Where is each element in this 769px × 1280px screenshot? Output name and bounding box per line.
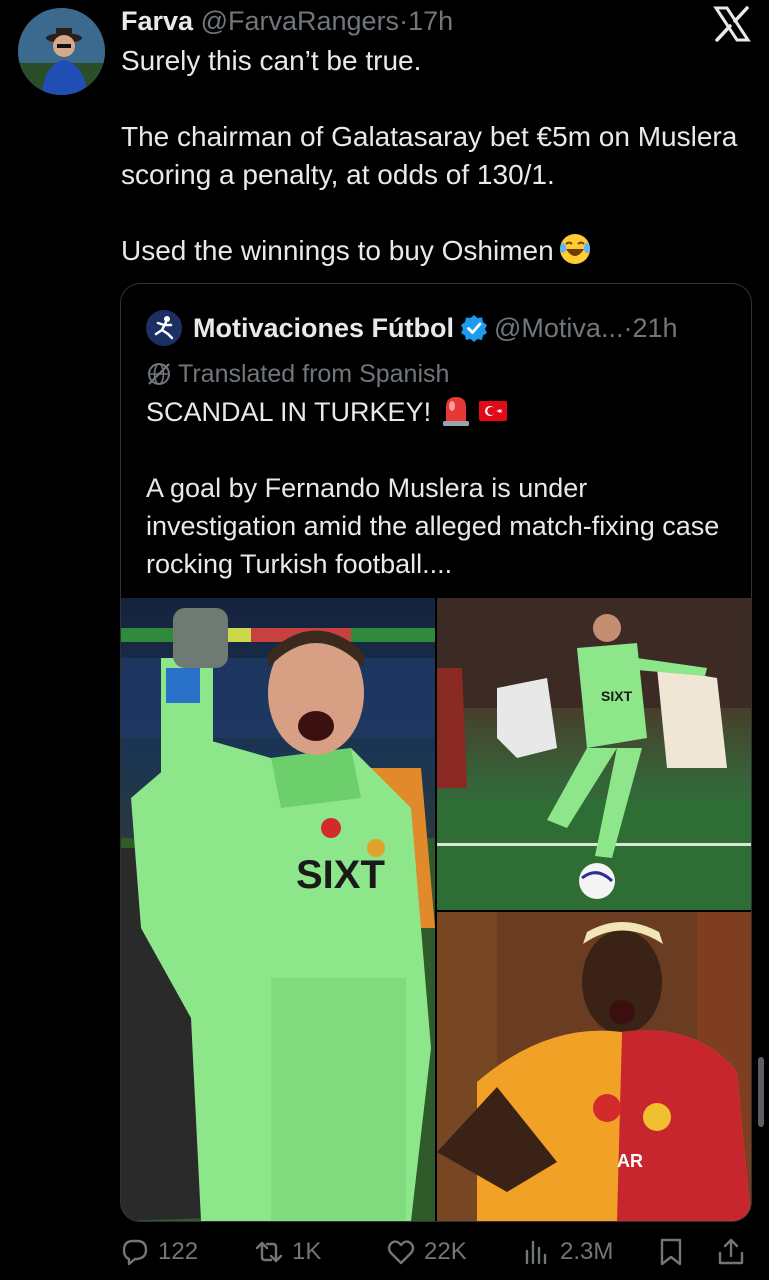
repost-button[interactable]: 1K [254,1230,321,1274]
x-logo-icon[interactable] [712,4,752,44]
post-header: Farva @FarvaRangers·17h [121,5,453,37]
like-icon [387,1240,415,1265]
views-button[interactable]: 2.3M [522,1230,613,1274]
goalkeeper-photo-art: SIXT [121,608,435,1221]
quoted-author-handle[interactable]: @Motiva... [494,313,623,343]
quoted-headline: SCANDAL IN TURKEY! [146,397,432,427]
sponsor-main-text: SIXT [296,853,385,897]
like-button[interactable]: 22K [386,1230,467,1274]
share-icon [718,1238,744,1265]
post-line-3: Used the winnings to buy Oshimen [121,232,741,270]
reply-button[interactable]: 122 [120,1230,198,1274]
reply-icon [122,1239,148,1266]
quoted-text: SCANDAL IN TURKEY! A goal by Fernando Mu… [146,393,736,583]
repost-icon [255,1241,283,1263]
penalty-photo-art: SIXT [437,598,751,910]
scrollbar-thumb[interactable] [758,1057,764,1127]
quoted-headline-line: SCANDAL IN TURKEY! [146,393,736,431]
bookmark-icon [660,1238,682,1266]
views-count: 2.3M [560,1238,614,1265]
action-bar: 122 1K 22K 2.3M [0,1230,769,1274]
author-avatar[interactable] [18,8,105,95]
photo-striker[interactable]: AR [437,912,751,1221]
quoted-body: A goal by Fernando Muslera is under inve… [146,473,720,579]
quoted-header: Motivaciones Fútbol @Motiva...·21h [193,310,678,346]
repost-count: 1K [292,1238,322,1265]
author-handle[interactable]: @FarvaRangers [201,6,399,36]
avatar-image [18,8,105,95]
post-line-1: Surely this can’t be true. [121,45,422,76]
quoted-author-avatar[interactable] [146,310,182,346]
share-button[interactable] [716,1230,746,1274]
translated-label[interactable]: Translated from Spanish [146,357,449,391]
media-grid: SIXT SIXT AR [121,598,751,1221]
turkey-flag-icon [479,401,508,421]
shirt-text-partial: AR [617,1151,643,1171]
verified-badge-icon [461,315,488,342]
separator-dot: · [399,6,409,36]
post-line-2: The chairman of Galatasaray bet €5m on M… [121,121,738,190]
kick-figure-icon [146,310,182,346]
striker-photo-art: AR [437,912,751,1221]
views-icon [525,1240,547,1265]
reply-count: 122 [158,1238,199,1265]
laughing-emoji-icon [559,234,590,264]
bookmark-button[interactable] [656,1230,686,1274]
quoted-time[interactable]: 21h [632,313,677,343]
translated-text: Translated from Spanish [178,360,450,388]
photo-penalty-kick[interactable]: SIXT [437,598,751,910]
post-time[interactable]: 17h [408,6,453,36]
siren-icon [443,397,470,426]
author-name[interactable]: Farva [121,6,193,36]
quoted-post[interactable]: Motivaciones Fútbol @Motiva...·21h Trans… [120,283,752,1222]
tweet-screen: Farva @FarvaRangers·17h Surely this can’… [0,0,769,1280]
photo-goalkeeper-celebrating[interactable]: SIXT [121,598,435,1221]
quoted-author-name[interactable]: Motivaciones Fútbol [193,313,454,343]
post-line-3-text: Used the winnings to buy Oshimen [121,235,554,266]
globe-slash-icon [148,363,170,385]
like-count: 22K [424,1238,467,1265]
post-text: Surely this can’t be true. The chairman … [121,42,741,270]
sponsor-small-text: SIXT [601,688,633,704]
